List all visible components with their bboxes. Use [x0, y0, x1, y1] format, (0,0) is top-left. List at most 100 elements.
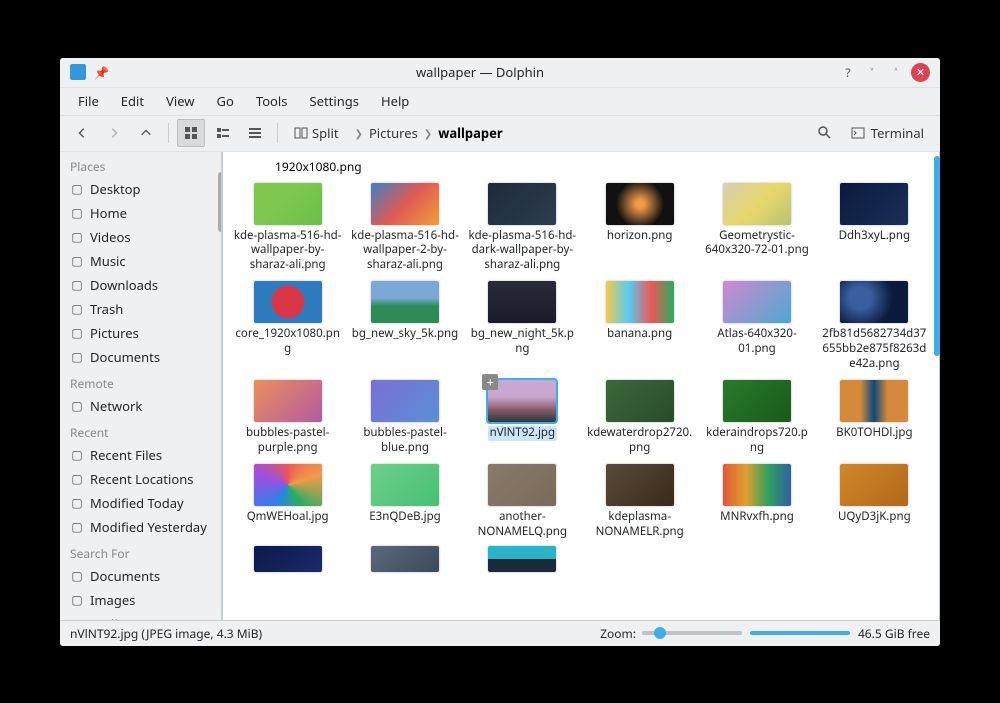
maximize-button[interactable]: ˄ — [887, 63, 905, 81]
file-item[interactable]: kde-plasma-516-hd-wallpaper-by-sharaz-al… — [231, 181, 344, 276]
breadcrumb-wallpaper[interactable]: wallpaper — [438, 124, 502, 142]
split-button[interactable]: Split — [286, 120, 347, 146]
sidebar-section-header[interactable]: Recent — [60, 418, 221, 443]
minimize-button[interactable]: ˅ — [863, 63, 881, 81]
file-thumbnail — [723, 464, 791, 506]
file-item[interactable]: bg_new_night_5k.png — [466, 279, 579, 374]
file-thumbnail — [254, 183, 322, 225]
recent-locations-icon: ▢ — [70, 472, 84, 486]
sidebar-item-label: Music — [90, 252, 126, 270]
close-button[interactable]: ✕ — [911, 63, 930, 82]
file-thumbnail — [371, 183, 439, 225]
file-thumbnail — [840, 380, 908, 422]
sidebar-item[interactable]: ▢Recent Files — [60, 443, 221, 467]
file-thumbnail — [371, 464, 439, 506]
file-name-label: UQyD3jK.png — [838, 510, 911, 525]
file-thumbnail[interactable] — [254, 546, 322, 572]
menu-file[interactable]: File — [68, 88, 109, 114]
sidebar-item[interactable]: ▢Documents — [60, 564, 221, 588]
help-button[interactable]: ? — [839, 63, 857, 81]
sidebar-item[interactable]: ▢Desktop — [60, 177, 221, 201]
file-item[interactable]: kderaindrops720.png — [700, 378, 813, 458]
menu-edit[interactable]: Edit — [111, 88, 154, 114]
pin-icon[interactable]: 📌 — [94, 64, 109, 81]
file-item[interactable]: kdeplasma-NONAMELR.png — [583, 462, 696, 542]
videos-icon: ▢ — [70, 230, 84, 244]
file-item[interactable]: E3nQDeB.jpg — [348, 462, 461, 542]
compact-view-button[interactable] — [209, 119, 237, 147]
file-item[interactable]: kdewaterdrop2720.png — [583, 378, 696, 458]
file-item[interactable]: kde-plasma-516-hd-dark-wallpaper-by-shar… — [466, 181, 579, 276]
file-item[interactable]: kde-plasma-516-hd-wallpaper-2-by-sharaz-… — [348, 181, 461, 276]
file-thumbnail — [606, 183, 674, 225]
file-item[interactable]: MNRvxfh.png — [700, 462, 813, 542]
file-thumbnail[interactable] — [371, 546, 439, 572]
file-name-label: horizon.png — [607, 229, 673, 244]
scrollbar[interactable] — [934, 156, 940, 356]
chevron-right-icon: ❯ — [355, 126, 363, 140]
file-thumbnail[interactable] — [488, 546, 556, 572]
file-thumbnail — [606, 380, 674, 422]
menu-view[interactable]: View — [156, 88, 204, 114]
breadcrumb[interactable]: ❯ Pictures ❯ wallpaper — [351, 124, 807, 142]
file-name-label: another-NONAMELQ.png — [468, 510, 576, 540]
file-name-label: kderaindrops720.png — [703, 426, 811, 456]
selection-plus-icon[interactable]: + — [482, 374, 498, 390]
details-view-button[interactable] — [241, 119, 269, 147]
file-item[interactable]: bubbles-pastel-blue.png — [348, 378, 461, 458]
sidebar-item[interactable]: ▢Videos — [60, 225, 221, 249]
file-grid[interactable]: 1920x1080.png kde-plasma-516-hd-wallpape… — [223, 152, 939, 620]
menu-go[interactable]: Go — [207, 88, 244, 114]
file-item[interactable]: Ddh3xyL.png — [818, 181, 931, 276]
file-item[interactable]: 2fb81d5682734d37655bb2e875f8263de42a.png — [818, 279, 931, 374]
sidebar-item[interactable]: ▢Pictures — [60, 321, 221, 345]
sidebar-item[interactable]: ▢Recent Locations — [60, 467, 221, 491]
menu-help[interactable]: Help — [371, 88, 419, 114]
file-item[interactable]: Atlas-640x320-01.png — [700, 279, 813, 374]
file-item[interactable]: QmWEHoal.jpg — [231, 462, 344, 542]
sidebar-item[interactable]: ▢Images — [60, 588, 221, 612]
menu-tools[interactable]: Tools — [246, 88, 298, 114]
file-item[interactable]: +nVlNT92.jpg — [466, 378, 579, 458]
zoom-label: Zoom: — [600, 625, 636, 642]
music-icon: ▢ — [70, 254, 84, 268]
file-item[interactable]: banana.png — [583, 279, 696, 374]
home-icon: ▢ — [70, 206, 84, 220]
file-item[interactable]: UQyD3jK.png — [818, 462, 931, 542]
split-icon — [294, 126, 308, 140]
recent-files-icon: ▢ — [70, 448, 84, 462]
sidebar-item[interactable]: ▢Downloads — [60, 273, 221, 297]
file-item[interactable]: core_1920x1080.png — [231, 279, 344, 374]
sidebar-item[interactable]: ▢Modified Yesterday — [60, 515, 221, 539]
file-item[interactable]: bg_new_sky_5k.png — [348, 279, 461, 374]
sidebar-item[interactable]: ▢Network — [60, 394, 221, 418]
terminal-button[interactable]: Terminal — [843, 120, 932, 146]
search-button[interactable] — [811, 119, 839, 147]
file-item[interactable]: horizon.png — [583, 181, 696, 276]
sidebar-item[interactable]: ▢Modified Today — [60, 491, 221, 515]
file-thumbnail — [606, 281, 674, 323]
sidebar-section-header[interactable]: Search For — [60, 539, 221, 564]
audio-icon: ▢ — [70, 617, 84, 620]
file-item[interactable]: BK0TOHDl.jpg — [818, 378, 931, 458]
menu-settings[interactable]: Settings — [300, 88, 369, 114]
breadcrumb-pictures[interactable]: Pictures — [369, 124, 418, 142]
file-item[interactable]: bubbles-pastel-purple.png — [231, 378, 344, 458]
app-icon — [70, 64, 86, 80]
icons-view-button[interactable] — [177, 119, 205, 147]
sidebar-section-header[interactable]: Places — [60, 152, 221, 177]
forward-button[interactable] — [100, 119, 128, 147]
up-button[interactable] — [132, 119, 160, 147]
zoom-slider[interactable] — [642, 631, 742, 635]
file-name-label: kde-plasma-516-hd-wallpaper-2-by-sharaz-… — [351, 229, 459, 274]
sidebar-item[interactable]: ▢Home — [60, 201, 221, 225]
file-item[interactable]: another-NONAMELQ.png — [466, 462, 579, 542]
back-button[interactable] — [68, 119, 96, 147]
sidebar-item[interactable]: ▢Audio — [60, 612, 221, 620]
clock-icon: ▢ — [70, 520, 84, 534]
sidebar-item[interactable]: ▢ Music — [60, 249, 221, 273]
sidebar-item[interactable]: ▢Trash — [60, 297, 221, 321]
file-item[interactable]: Geometrystic-640x320-72-01.png — [700, 181, 813, 276]
sidebar-section-header[interactable]: Remote — [60, 369, 221, 394]
sidebar-item[interactable]: ▢Documents — [60, 345, 221, 369]
